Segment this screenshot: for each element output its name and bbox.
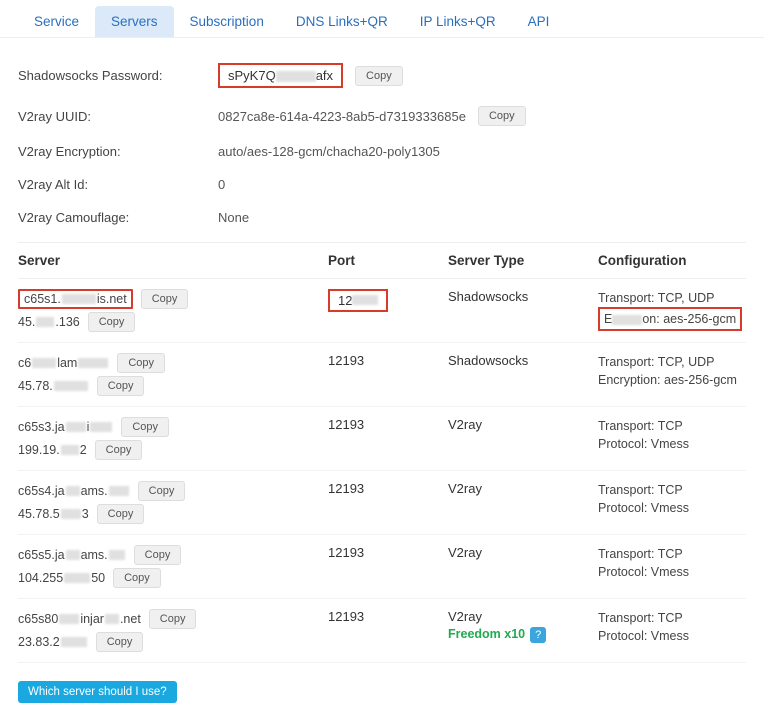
copy-host-button[interactable]: Copy xyxy=(121,417,169,437)
camouflage-label: V2ray Camouflage: xyxy=(18,210,218,225)
tab-servers[interactable]: Servers xyxy=(95,6,174,37)
config-cell: Transport: TCPProtocol: Vmess xyxy=(598,609,746,645)
server-ip: 45.78.53 xyxy=(18,507,89,521)
type-cell: Shadowsocks xyxy=(448,289,598,304)
port-cell: 12 xyxy=(328,289,448,312)
copy-ip-button[interactable]: Copy xyxy=(97,504,145,524)
ss-password-label: Shadowsocks Password: xyxy=(18,68,218,83)
server-table: Server Port Server Type Configuration c6… xyxy=(18,242,746,663)
server-ip: 199.19.2 xyxy=(18,443,87,457)
header-config: Configuration xyxy=(598,253,746,268)
encryption-row: V2ray Encryption: auto/aes-128-gcm/chach… xyxy=(18,135,746,168)
freedom-badge: Freedom x10 xyxy=(448,627,525,641)
copy-ip-button[interactable]: Copy xyxy=(96,632,144,652)
encryption-label: V2ray Encryption: xyxy=(18,144,218,159)
config-cell: Transport: TCP, UDPEncryption: aes-256-g… xyxy=(598,353,746,389)
port-cell: 12193 xyxy=(328,609,448,624)
type-cell: V2ray xyxy=(448,481,598,496)
copy-uuid-button[interactable]: Copy xyxy=(478,106,526,126)
server-cell: c65s80injar.net Copy 23.83.2 Copy xyxy=(18,609,328,652)
server-host: c65s1.is.net xyxy=(18,289,133,309)
which-server-button[interactable]: Which server should I use? xyxy=(18,681,177,703)
server-cell: c65s3.jai Copy 199.19.2 Copy xyxy=(18,417,328,460)
copy-ip-button[interactable]: Copy xyxy=(95,440,143,460)
config-cell: Transport: TCPProtocol: Vmess xyxy=(598,417,746,453)
type-cell: V2ray xyxy=(448,545,598,560)
type-cell: V2ray xyxy=(448,417,598,432)
tab-subscription[interactable]: Subscription xyxy=(174,6,280,37)
table-row: c65s3.jai Copy 199.19.2 Copy 12193V2rayTrans… xyxy=(18,407,746,471)
port-cell: 12193 xyxy=(328,353,448,368)
ss-password-row: Shadowsocks Password: sPyK7Qafx Copy xyxy=(18,54,746,97)
copy-ss-password-button[interactable]: Copy xyxy=(355,66,403,86)
server-cell: c65s1.is.net Copy 45..136 Copy xyxy=(18,289,328,332)
config-cell: Transport: TCPProtocol: Vmess xyxy=(598,545,746,581)
port-cell: 12193 xyxy=(328,545,448,560)
server-host: c65s5.jaams. xyxy=(18,548,126,562)
header-type: Server Type xyxy=(448,253,598,268)
table-row: c65s80injar.net Copy 23.83.2 Copy 12193V2ray… xyxy=(18,599,746,663)
config-cell: Transport: TCP, UDPEon: aes-256-gcm xyxy=(598,289,746,331)
server-host: c65s3.jai xyxy=(18,420,113,434)
server-host: c65s4.jaams. xyxy=(18,484,130,498)
header-server: Server xyxy=(18,253,328,268)
camouflage-value: None xyxy=(218,210,249,225)
type-cell: Shadowsocks xyxy=(448,353,598,368)
tab-dns-links-qr[interactable]: DNS Links+QR xyxy=(280,6,404,37)
server-ip: 104.25550 xyxy=(18,571,105,585)
tabs: ServiceServersSubscriptionDNS Links+QRIP… xyxy=(0,0,764,38)
encryption-value: auto/aes-128-gcm/chacha20-poly1305 xyxy=(218,144,440,159)
altid-label: V2ray Alt Id: xyxy=(18,177,218,192)
camouflage-row: V2ray Camouflage: None xyxy=(18,201,746,234)
server-ip: 45..136 xyxy=(18,315,80,329)
copy-ip-button[interactable]: Copy xyxy=(113,568,161,588)
copy-host-button[interactable]: Copy xyxy=(117,353,165,373)
port-cell: 12193 xyxy=(328,481,448,496)
server-host: c6lam xyxy=(18,356,109,370)
server-ip: 23.83.2 xyxy=(18,635,88,649)
altid-row: V2ray Alt Id: 0 xyxy=(18,168,746,201)
copy-host-button[interactable]: Copy xyxy=(149,609,197,629)
mask xyxy=(276,71,316,82)
table-row: c65s4.jaams. Copy 45.78.53 Copy 12193V2rayTr… xyxy=(18,471,746,535)
server-cell: c6lam Copy 45.78. Copy xyxy=(18,353,328,396)
config-cell: Transport: TCPProtocol: Vmess xyxy=(598,481,746,517)
table-row: c65s5.jaams. Copy 104.25550 Copy 12193V2rayT… xyxy=(18,535,746,599)
copy-ip-button[interactable]: Copy xyxy=(97,376,145,396)
table-header: Server Port Server Type Configuration xyxy=(18,242,746,279)
port-cell: 12193 xyxy=(328,417,448,432)
table-row: c65s1.is.net Copy 45..136 Copy 12Shadowsocks… xyxy=(18,279,746,343)
tab-ip-links-qr[interactable]: IP Links+QR xyxy=(404,6,512,37)
tab-api[interactable]: API xyxy=(512,6,566,37)
content-area: Shadowsocks Password: sPyK7Qafx Copy V2r… xyxy=(0,38,764,673)
server-ip: 45.78. xyxy=(18,379,89,393)
copy-host-button[interactable]: Copy xyxy=(134,545,182,565)
copy-host-button[interactable]: Copy xyxy=(141,289,189,309)
header-port: Port xyxy=(328,253,448,268)
server-host: c65s80injar.net xyxy=(18,612,141,626)
server-cell: c65s5.jaams. Copy 104.25550 Copy xyxy=(18,545,328,588)
tab-service[interactable]: Service xyxy=(18,6,95,37)
server-cell: c65s4.jaams. Copy 45.78.53 Copy xyxy=(18,481,328,524)
help-icon[interactable]: ? xyxy=(530,627,546,643)
type-cell: V2rayFreedom x10? xyxy=(448,609,598,643)
ss-password-value: sPyK7Qafx xyxy=(218,63,343,88)
altid-value: 0 xyxy=(218,177,225,192)
uuid-label: V2ray UUID: xyxy=(18,109,218,124)
copy-host-button[interactable]: Copy xyxy=(138,481,186,501)
uuid-value: 0827ca8e-614a-4223-8ab5-d7319333685e xyxy=(218,109,466,124)
uuid-row: V2ray UUID: 0827ca8e-614a-4223-8ab5-d731… xyxy=(18,97,746,135)
copy-ip-button[interactable]: Copy xyxy=(88,312,136,332)
table-row: c6lam Copy 45.78. Copy 12193ShadowsocksTrans… xyxy=(18,343,746,407)
